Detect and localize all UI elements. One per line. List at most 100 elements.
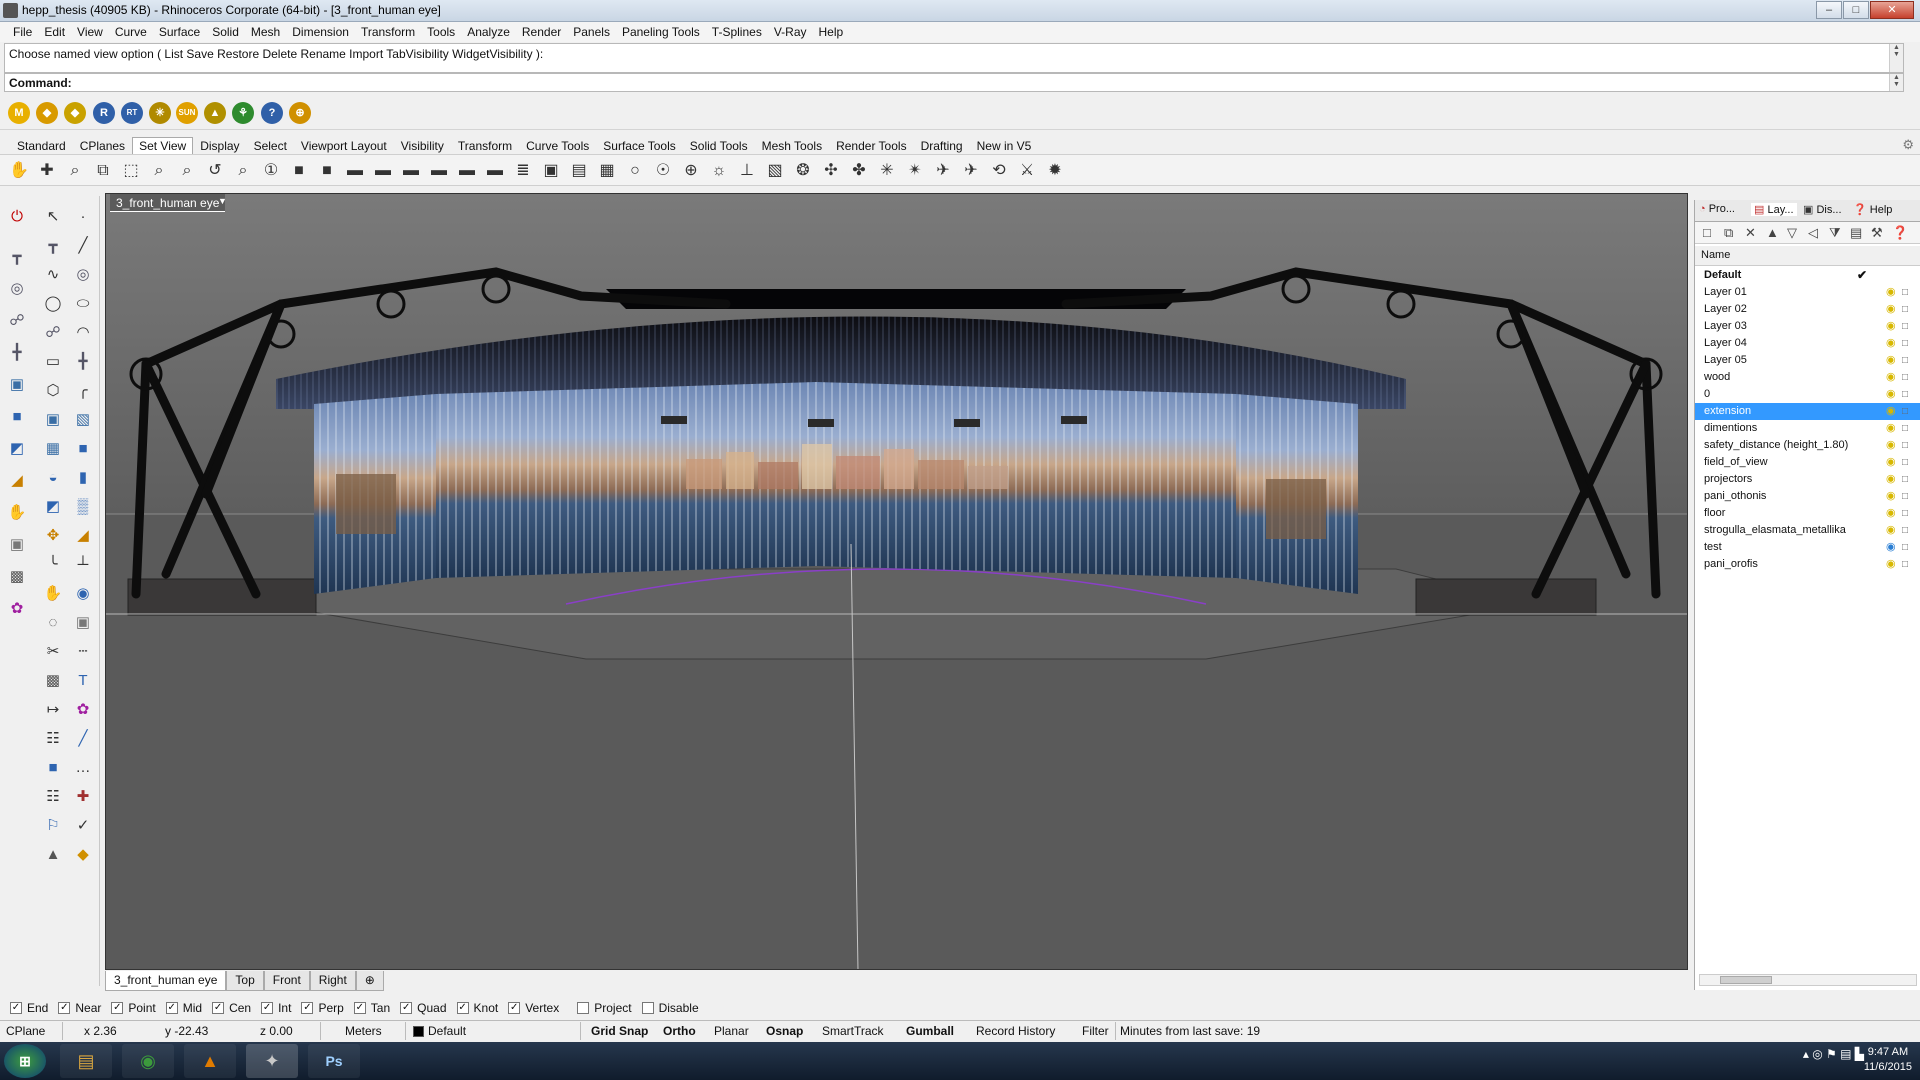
menu-surface[interactable]: Surface	[153, 25, 206, 39]
close-button[interactable]: ✕	[1870, 1, 1914, 19]
layer-row[interactable]: Layer 04 ◉ □	[1695, 335, 1920, 352]
add-viewport-tab-icon[interactable]: ⊕	[355, 971, 384, 991]
osnap-point[interactable]: ✓ Point	[111, 1001, 156, 1015]
layer-lock-icon[interactable]: □	[1902, 335, 1908, 352]
menu-panels[interactable]: Panels	[567, 25, 616, 39]
render-icon[interactable]: ▲	[42, 844, 64, 866]
viewport-tab-top[interactable]: Top	[226, 971, 264, 991]
dots-icon[interactable]: …	[72, 757, 94, 779]
tab-display[interactable]: Display	[193, 137, 246, 154]
layer-row[interactable]: extension ◉ □	[1695, 403, 1920, 420]
maximize-button[interactable]: □	[1843, 1, 1869, 19]
new-layer-icon[interactable]: □	[1703, 225, 1711, 240]
zoom-extents-icon[interactable]: ⧉	[92, 160, 114, 182]
menu-analyze[interactable]: Analyze	[461, 25, 516, 39]
layer-row[interactable]: dimentions ◉ □	[1695, 420, 1920, 437]
vray-help-icon[interactable]: ?	[261, 102, 283, 124]
layer-visibility-bulb-icon[interactable]: ◉	[1886, 420, 1896, 437]
layer-lock-icon[interactable]: □	[1902, 522, 1908, 539]
tab-new-in-v5[interactable]: New in V5	[970, 137, 1039, 154]
move-down-icon[interactable]: ▽	[1787, 225, 1797, 241]
star-icon[interactable]: ✴	[904, 160, 926, 182]
tools-icon[interactable]: ⚒	[1871, 225, 1883, 241]
pan-icon[interactable]: ✋	[8, 160, 30, 182]
osnap-quad-checkbox[interactable]: ✓	[400, 1002, 413, 1014]
solid-box-icon[interactable]: ■	[72, 438, 94, 460]
osnap-tan-checkbox[interactable]: ✓	[353, 1002, 366, 1014]
cube-tool-icon-side[interactable]: ▣	[6, 534, 28, 556]
tab-visibility[interactable]: Visibility	[394, 137, 451, 154]
viewport-layout-icon[interactable]: ▦	[596, 160, 618, 182]
layer-visibility-bulb-icon[interactable]: ◉	[1886, 488, 1896, 505]
ortho-toggle[interactable]: Ortho	[663, 1024, 696, 1038]
osnap-vertex[interactable]: ✓ Vertex	[508, 1001, 559, 1015]
print-view-icon[interactable]: ▤	[568, 160, 590, 182]
vlc-icon[interactable]: ▲	[184, 1044, 236, 1078]
layer-row[interactable]: 0 ◉ □	[1695, 386, 1920, 403]
osnap-disable[interactable]: Disable	[641, 1001, 699, 1015]
gumball-toggle[interactable]: Gumball	[906, 1024, 954, 1038]
layer-row[interactable]: field_of_view ◉ □	[1695, 454, 1920, 471]
orbit-icon[interactable]: ⟲	[988, 160, 1010, 182]
current-layer-check-icon[interactable]: ✔	[1857, 267, 1867, 284]
system-tray[interactable]: ▴ ◎ ⚑ ▤ ▙	[1803, 1047, 1864, 1061]
surface-icon[interactable]: ▧	[72, 409, 94, 431]
layer-lock-icon[interactable]: □	[1902, 386, 1908, 403]
planar-toggle[interactable]: Planar	[714, 1024, 749, 1038]
layer-lock-icon[interactable]: □	[1902, 369, 1908, 386]
layer-visibility-bulb-icon[interactable]: ◉	[1886, 539, 1896, 556]
viewport-tab-right[interactable]: Right	[309, 971, 356, 991]
layer-lock-icon[interactable]: □	[1902, 471, 1908, 488]
tab-curve-tools[interactable]: Curve Tools	[519, 137, 596, 154]
sun-target-icon[interactable]: ☼	[708, 160, 730, 182]
layer-lock-icon[interactable]: □	[1902, 488, 1908, 505]
layer-visibility-bulb-icon[interactable]: ◉	[1886, 471, 1896, 488]
scale-icon[interactable]: ◢	[72, 525, 94, 547]
layer-visibility-bulb-icon[interactable]: ◉	[1886, 284, 1896, 301]
layer-row[interactable]: Layer 05 ◉ □	[1695, 352, 1920, 369]
zoom-target-icon[interactable]: ⌕	[176, 160, 198, 182]
tab-surface-tools[interactable]: Surface Tools	[596, 137, 683, 154]
record-history-toggle[interactable]: Record History	[976, 1024, 1055, 1038]
layer-row[interactable]: safety_distance (height_1.80) ◉ □	[1695, 437, 1920, 454]
layer-row[interactable]: Default✔◉□	[1695, 267, 1920, 284]
layer-lock-icon[interactable]: □	[1902, 352, 1908, 369]
viewport-tab-front[interactable]: Front	[263, 971, 310, 991]
filter-toggle[interactable]: Filter	[1082, 1024, 1109, 1038]
hand-icon-side[interactable]: ✋	[6, 502, 28, 524]
sun-icon[interactable]: ✳	[876, 160, 898, 182]
layer-visibility-bulb-icon[interactable]: ◉	[1886, 335, 1896, 352]
cube-tool-icon[interactable]: ▣	[72, 612, 94, 634]
layer-visibility-bulb-icon[interactable]: ◉	[1886, 369, 1896, 386]
lens-icon[interactable]: ☉	[652, 160, 674, 182]
array-icon[interactable]: ☷	[42, 728, 64, 750]
taskbar-clock[interactable]: 9:47 AM 11/6/2015	[1864, 1045, 1912, 1075]
vray-globe-icon[interactable]: ⊕	[289, 102, 311, 124]
layer-row[interactable]: pani_othonis ◉ □	[1695, 488, 1920, 505]
walkabout-icon[interactable]: ❂	[792, 160, 814, 182]
osnap-quad[interactable]: ✓ Quad	[400, 1001, 447, 1015]
vray-m-icon[interactable]: M	[8, 102, 30, 124]
viewport-3-front-human-eye[interactable]: 3_front_human eye ▼	[105, 193, 1688, 970]
tab-transform[interactable]: Transform	[451, 137, 519, 154]
layer-visibility-bulb-icon[interactable]: ◉	[1886, 352, 1896, 369]
globe-icon-side[interactable]: ◎	[6, 278, 28, 300]
layer-lock-icon[interactable]: □	[1902, 318, 1908, 335]
check-tool-icon[interactable]: ✓	[72, 815, 94, 837]
move-parent-icon[interactable]: ◁	[1808, 225, 1818, 241]
layer-help-icon[interactable]: ❓	[1892, 225, 1908, 241]
menu-tools[interactable]: Tools	[421, 25, 461, 39]
osnap-mid[interactable]: ✓ Mid	[165, 1001, 202, 1015]
layer-lock-icon[interactable]: □	[1902, 556, 1908, 573]
car-top-icon[interactable]: ▬	[344, 160, 366, 182]
cross-arrows-icon[interactable]: ✣	[820, 160, 842, 182]
panel-tab-display[interactable]: ▣ Dis...	[1803, 203, 1842, 216]
sparkle-icon[interactable]: ✹	[1044, 160, 1066, 182]
explorer-icon[interactable]: ▤	[60, 1044, 112, 1078]
minimize-button[interactable]: –	[1816, 1, 1842, 19]
panel-tab-help[interactable]: ❓ Help	[1853, 203, 1892, 216]
menu-help[interactable]: Help	[813, 25, 850, 39]
photoshop-icon[interactable]: Ps	[308, 1044, 360, 1078]
gumball-icon[interactable]: ▩	[42, 670, 64, 692]
tab-render-tools[interactable]: Render Tools	[829, 137, 914, 154]
